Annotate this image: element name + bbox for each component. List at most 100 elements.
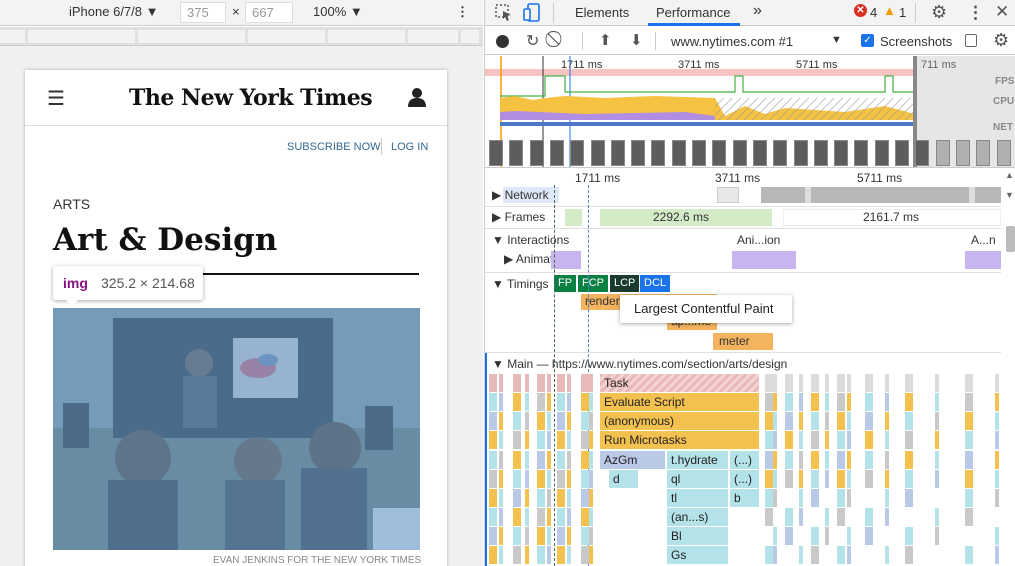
scroll-down-icon[interactable]: ▼ (1005, 190, 1014, 200)
flame-block[interactable] (589, 393, 594, 411)
flame-anonymous-s[interactable]: (an...s) (667, 508, 729, 526)
flame-block[interactable] (995, 470, 1000, 488)
flame-block[interactable] (837, 508, 846, 526)
flame-block[interactable] (589, 508, 594, 526)
flame-call[interactable]: (...) (730, 470, 760, 488)
main-track-label[interactable]: ▼ Main — https://www.nytimes.com/section… (492, 357, 787, 371)
flame-block[interactable] (885, 431, 890, 449)
capture-settings-icon[interactable]: ⚙ (993, 30, 1009, 51)
flame-block[interactable] (489, 527, 498, 545)
flame-block[interactable] (905, 489, 914, 507)
flame-block[interactable] (811, 470, 820, 488)
flame-block[interactable] (489, 451, 498, 469)
flame-block[interactable] (513, 508, 522, 526)
flame-block[interactable] (567, 489, 572, 507)
article-image[interactable] (53, 308, 420, 550)
flame-block[interactable] (837, 374, 846, 392)
flame-block[interactable] (799, 489, 804, 507)
scroll-up-icon[interactable]: ▲ (1005, 170, 1014, 180)
flame-block[interactable] (537, 470, 546, 488)
flame-block[interactable] (773, 470, 778, 488)
login-link[interactable]: LOG IN (391, 141, 428, 153)
flame-block[interactable] (499, 374, 504, 392)
flame-block[interactable] (513, 546, 522, 564)
flame-block[interactable] (499, 412, 504, 430)
warning-icon[interactable]: ▲ (883, 3, 896, 18)
filmstrip-thumbnail[interactable] (509, 140, 524, 166)
flame-block[interactable] (547, 393, 552, 411)
flame-block[interactable] (785, 393, 794, 411)
flame-block[interactable] (935, 431, 940, 449)
flame-block[interactable] (537, 431, 546, 449)
flame-block[interactable] (847, 489, 852, 507)
flame-block[interactable] (785, 431, 794, 449)
frame-duration[interactable]: 2161.7 ms (863, 210, 919, 224)
flame-block[interactable] (489, 431, 498, 449)
flame-block[interactable] (785, 374, 794, 392)
more-tabs-button[interactable]: » (753, 2, 762, 20)
flame-block[interactable] (837, 451, 846, 469)
flame-block[interactable] (811, 489, 820, 507)
flame-block[interactable] (811, 412, 820, 430)
record-icon[interactable] (496, 35, 509, 48)
flame-run-microtasks[interactable]: Run Microtasks (600, 431, 760, 449)
flame-block[interactable] (567, 374, 572, 392)
flame-block[interactable] (525, 489, 530, 507)
flame-block[interactable] (811, 546, 820, 564)
flame-block[interactable] (811, 527, 820, 545)
flame-block[interactable] (995, 451, 1000, 469)
interactions-track[interactable]: ▼ Interactions Ani...ion A...n ▶ Animati… (485, 229, 1001, 273)
hamburger-menu-icon[interactable]: ☰ (47, 86, 65, 111)
warning-count[interactable]: 1 (899, 5, 906, 20)
device-select[interactable]: iPhone 6/7/8 ▼ (69, 4, 159, 19)
flame-block[interactable] (965, 546, 974, 564)
user-account-icon[interactable] (407, 87, 427, 107)
upload-profile-icon[interactable]: ⬆ (599, 31, 612, 49)
flame-block[interactable] (847, 412, 852, 430)
flame-block[interactable] (847, 546, 852, 564)
flame-block[interactable] (995, 527, 1000, 545)
flame-block[interactable] (513, 470, 522, 488)
flame-block[interactable] (885, 470, 890, 488)
filmstrip-thumbnail[interactable] (976, 140, 991, 166)
flame-ql[interactable]: ql (667, 470, 729, 488)
inspect-element-icon[interactable] (495, 4, 513, 22)
flame-block[interactable] (825, 412, 830, 430)
flame-block[interactable] (995, 489, 1000, 507)
flame-block[interactable] (567, 412, 572, 430)
flame-block[interactable] (965, 489, 974, 507)
flame-block[interactable] (847, 451, 852, 469)
flame-block[interactable] (547, 431, 552, 449)
flame-bl[interactable]: Bl (667, 527, 729, 545)
flame-block[interactable] (537, 393, 546, 411)
flame-block[interactable] (489, 412, 498, 430)
flame-block[interactable] (965, 451, 974, 469)
flame-block[interactable] (885, 546, 890, 564)
screenshots-checkbox[interactable]: ✓ (861, 34, 874, 47)
flame-block[interactable] (489, 546, 498, 564)
filmstrip-thumbnail[interactable] (915, 140, 930, 166)
flame-block[interactable] (499, 470, 504, 488)
flame-block[interactable] (557, 412, 566, 430)
flame-block[interactable] (865, 508, 874, 526)
flame-block[interactable] (567, 470, 572, 488)
flame-block[interactable] (589, 374, 594, 392)
flame-block[interactable] (547, 374, 552, 392)
filmstrip-thumbnail[interactable] (590, 140, 605, 166)
flame-block[interactable] (995, 374, 1000, 392)
flame-block[interactable] (557, 431, 566, 449)
flame-block[interactable] (935, 374, 940, 392)
flame-block[interactable] (537, 508, 546, 526)
flame-block[interactable] (499, 527, 504, 545)
reload-record-icon[interactable]: ↻ (526, 31, 539, 51)
filmstrip-thumbnail[interactable] (692, 140, 706, 166)
flame-block[interactable] (499, 451, 504, 469)
network-track-label[interactable]: ▶ Network (492, 188, 549, 202)
flame-d[interactable]: d (609, 470, 639, 488)
flame-block[interactable] (865, 393, 874, 411)
flame-block[interactable] (799, 508, 804, 526)
filmstrip-thumbnail[interactable] (610, 140, 625, 166)
flame-block[interactable] (525, 412, 530, 430)
flame-evaluate-script[interactable]: Evaluate Script (600, 393, 760, 411)
flame-block[interactable] (557, 546, 566, 564)
